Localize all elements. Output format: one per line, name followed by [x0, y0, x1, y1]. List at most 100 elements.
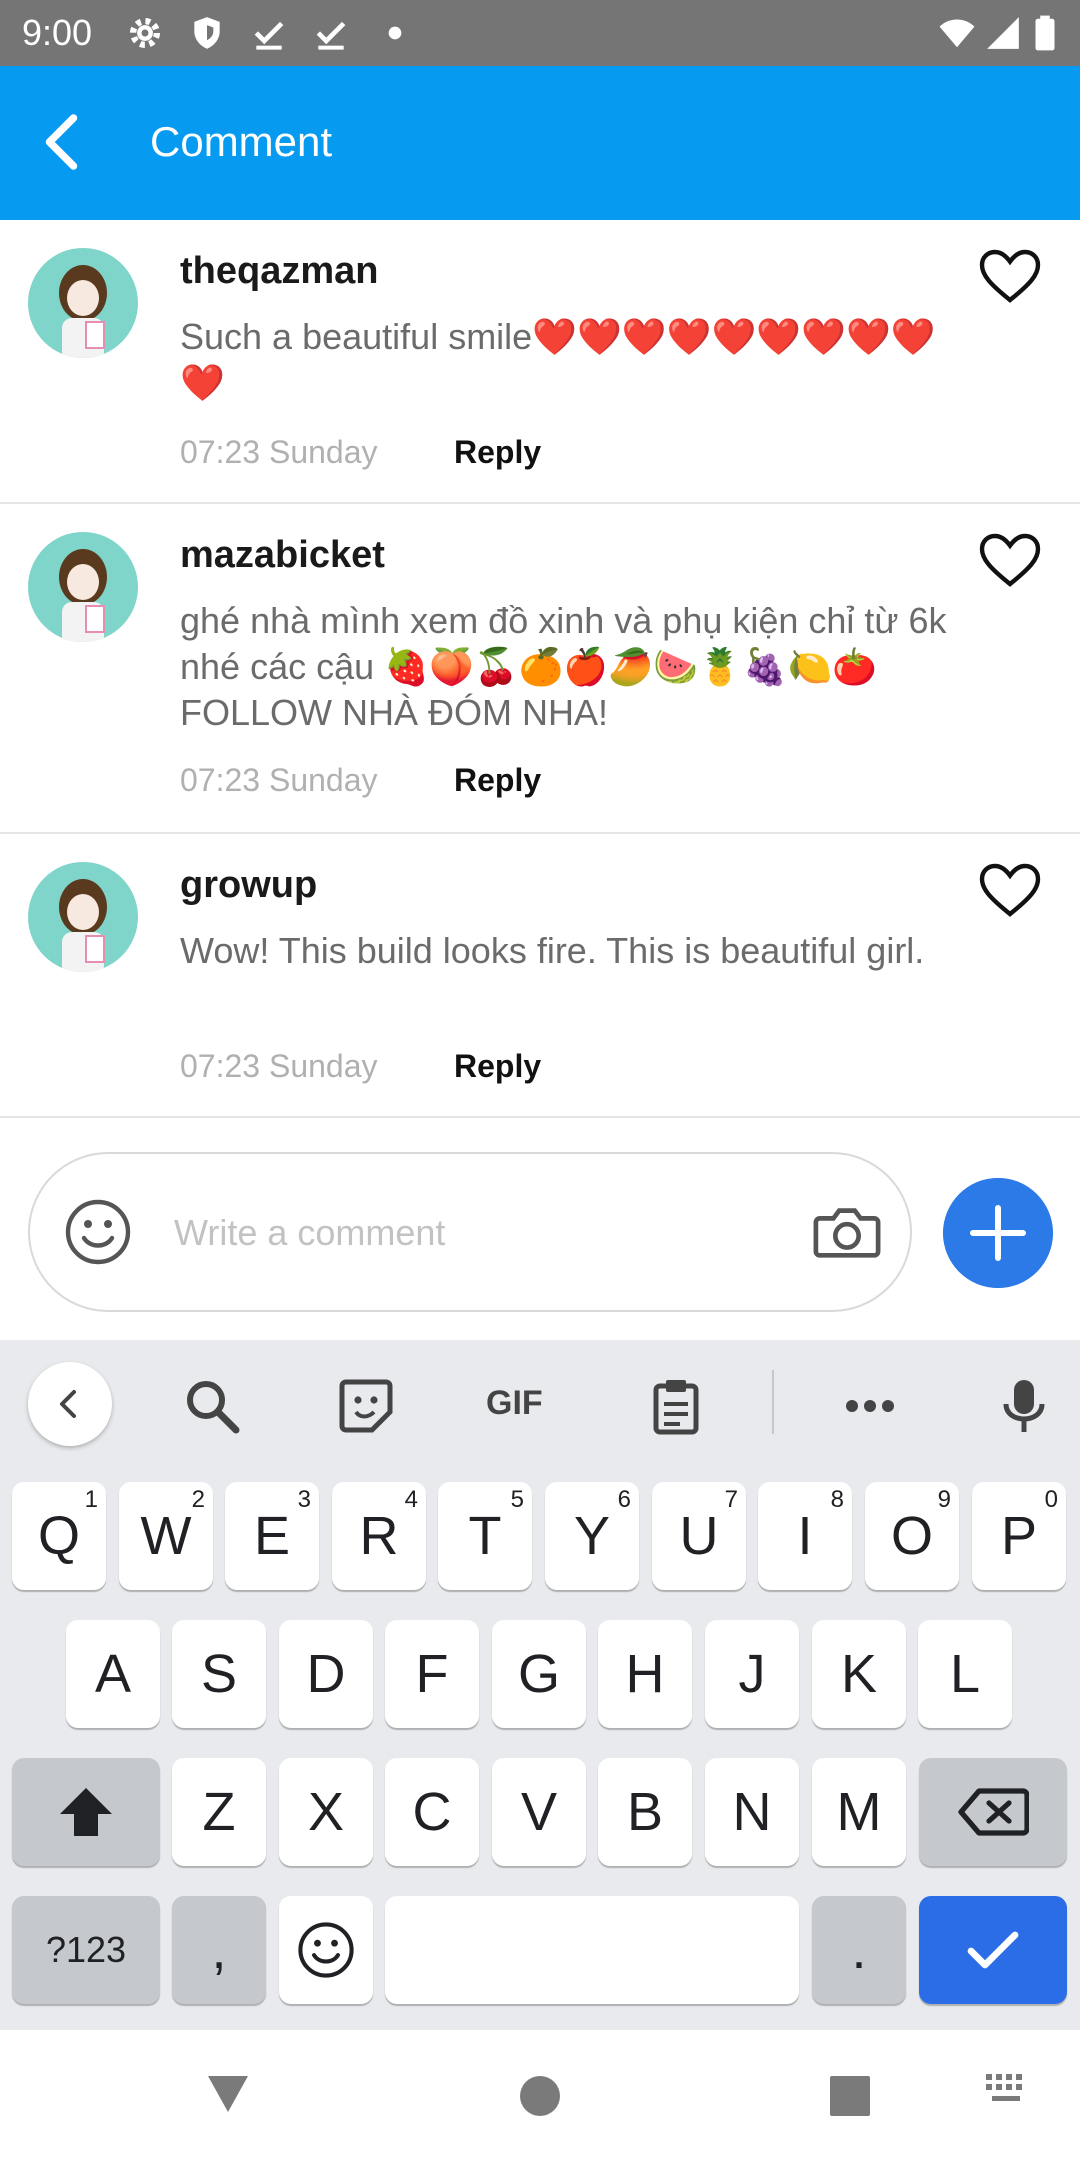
shield-icon	[194, 17, 220, 49]
key-k[interactable]: K	[812, 1620, 906, 1728]
page-title: Comment	[150, 118, 333, 165]
shift-key[interactable]	[12, 1758, 160, 1866]
avatar[interactable]	[28, 862, 138, 972]
key-j[interactable]: J	[705, 1620, 799, 1728]
comment-username[interactable]: growup	[180, 864, 317, 907]
key-hint: 6	[617, 1486, 631, 1513]
key-f[interactable]: F	[385, 1620, 479, 1728]
reply-button[interactable]: Reply	[454, 1048, 541, 1085]
key-hint: 7	[724, 1486, 738, 1513]
key-x[interactable]: X	[279, 1758, 373, 1866]
add-button[interactable]	[943, 1178, 1053, 1288]
key-label: R	[359, 1506, 399, 1566]
key-hint: 0	[1044, 1486, 1058, 1513]
reply-button[interactable]: Reply	[454, 434, 541, 471]
key-c[interactable]: C	[385, 1758, 479, 1866]
key-b[interactable]: B	[598, 1758, 692, 1866]
key-h[interactable]: H	[598, 1620, 692, 1728]
nav-home-icon[interactable]	[518, 2068, 562, 2116]
camera-icon[interactable]	[812, 1202, 882, 1262]
comma-key[interactable]: ,	[172, 1896, 266, 2004]
key-t[interactable]: T5	[438, 1482, 532, 1590]
avatar[interactable]	[28, 532, 138, 642]
key-w[interactable]: W2	[119, 1482, 213, 1590]
key-a[interactable]: A	[66, 1620, 160, 1728]
key-label: Q	[37, 1506, 80, 1566]
emoji-key[interactable]	[279, 1896, 373, 2004]
key-i[interactable]: I8	[758, 1482, 852, 1590]
comment-text: Wow! This build looks fire. This is beau…	[180, 930, 925, 971]
key-o[interactable]: O9	[865, 1482, 959, 1590]
symbols-key[interactable]: ?123	[12, 1896, 160, 2004]
comment-username[interactable]: mazabicket	[180, 534, 385, 577]
back-arrow-icon[interactable]	[38, 112, 88, 172]
comment-text: ghé nhà mình xem đồ xinh và phụ kiện chỉ…	[180, 600, 947, 733]
key-label: O	[890, 1506, 933, 1566]
nav-back-icon[interactable]	[204, 2068, 252, 2116]
key-l[interactable]: L	[918, 1620, 1012, 1728]
key-hint: 8	[830, 1486, 844, 1513]
emoji-icon	[298, 1922, 354, 1978]
keyboard-switch-icon[interactable]	[984, 2072, 1030, 2108]
done-key[interactable]	[919, 1896, 1067, 2004]
comment-username[interactable]: theqazman	[180, 250, 378, 293]
key-hint: 1	[84, 1486, 98, 1513]
key-m[interactable]: M	[812, 1758, 906, 1866]
key-u[interactable]: U7	[652, 1482, 746, 1590]
key-hint: 3	[297, 1486, 311, 1513]
keyboard-toolbar: GIF	[0, 1340, 1080, 1470]
avatar[interactable]	[28, 248, 138, 358]
heart-icon[interactable]	[978, 248, 1042, 304]
backspace-key[interactable]	[919, 1758, 1067, 1866]
shift-icon	[60, 1788, 112, 1836]
period-key[interactable]: .	[812, 1896, 906, 2004]
key-label: T	[468, 1506, 502, 1566]
comment-time: 07:23 Sunday	[180, 1048, 378, 1084]
clipboard-icon[interactable]	[646, 1376, 706, 1436]
comment-time: 07:23 Sunday	[180, 762, 378, 798]
key-r[interactable]: R4	[332, 1482, 426, 1590]
key-q[interactable]: Q1	[12, 1482, 106, 1590]
more-icon[interactable]	[840, 1376, 900, 1436]
key-g[interactable]: G	[492, 1620, 586, 1728]
key-hint: 4	[404, 1486, 418, 1513]
key-label: E	[253, 1506, 291, 1566]
keyboard-collapse-button[interactable]	[28, 1362, 112, 1446]
navigation-bar	[0, 2030, 1080, 2160]
key-e[interactable]: E3	[225, 1482, 319, 1590]
backspace-icon	[958, 1788, 1029, 1836]
download-done-icon	[316, 21, 346, 50]
key-y[interactable]: Y6	[545, 1482, 639, 1590]
key-label: I	[797, 1506, 813, 1566]
emoji-icon[interactable]	[64, 1198, 132, 1266]
space-key[interactable]	[385, 1896, 799, 2004]
search-icon[interactable]	[182, 1376, 242, 1436]
key-d[interactable]: D	[279, 1620, 373, 1728]
heart-icon[interactable]	[978, 862, 1042, 918]
key-z[interactable]: Z	[172, 1758, 266, 1866]
comment-composer: Write a comment	[0, 1118, 1080, 1340]
microphone-icon[interactable]	[994, 1376, 1054, 1436]
key-label: P	[1000, 1506, 1038, 1566]
nav-recents-icon[interactable]	[828, 2068, 872, 2116]
chevron-left-icon	[60, 1390, 76, 1418]
key-hint: 9	[937, 1486, 951, 1513]
sticker-icon[interactable]	[336, 1376, 396, 1436]
gif-button[interactable]: GIF	[486, 1384, 543, 1423]
key-s[interactable]: S	[172, 1620, 266, 1728]
heart-icon[interactable]	[978, 532, 1042, 588]
comment-input[interactable]	[28, 1152, 912, 1312]
key-label: U	[679, 1506, 719, 1566]
settings-icon	[129, 17, 161, 49]
key-hint: 5	[510, 1486, 524, 1513]
comment-placeholder: Write a comment	[174, 1212, 446, 1253]
key-v[interactable]: V	[492, 1758, 586, 1866]
toolbar-divider	[772, 1370, 774, 1434]
key-n[interactable]: N	[705, 1758, 799, 1866]
battery-icon	[1035, 15, 1055, 51]
reply-button[interactable]: Reply	[454, 762, 541, 799]
key-p[interactable]: P0	[972, 1482, 1066, 1590]
cellular-signal-icon	[987, 17, 1019, 49]
status-bar: 9:00	[0, 0, 1080, 66]
comment-time: 07:23 Sunday	[180, 434, 378, 470]
